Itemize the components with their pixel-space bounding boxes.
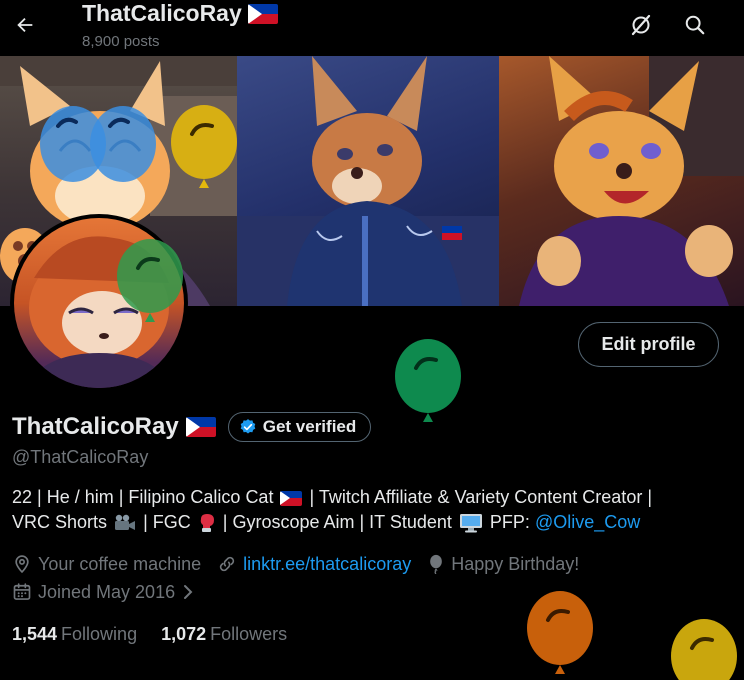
banner-panel-3 bbox=[499, 56, 744, 306]
calendar-icon bbox=[13, 583, 31, 600]
back-button[interactable] bbox=[8, 8, 42, 42]
birthday-balloon-blue bbox=[40, 106, 156, 182]
grok-button[interactable] bbox=[624, 8, 658, 42]
joined-item[interactable]: Joined May 2016 bbox=[12, 582, 195, 603]
following-label: Following bbox=[61, 623, 138, 644]
link-icon bbox=[220, 556, 235, 572]
search-icon bbox=[685, 15, 705, 35]
bio-text: | Twitch Affiliate & Variety Content Cre… bbox=[309, 487, 652, 507]
arrow-left-icon bbox=[17, 17, 33, 33]
bio-text: | Gyroscope Aim | IT Student bbox=[222, 512, 452, 532]
post-count: 8,900 posts bbox=[82, 33, 160, 50]
banner-art-2 bbox=[237, 56, 499, 306]
followers-count: 1,072 bbox=[161, 623, 207, 644]
verified-badge-icon bbox=[240, 419, 255, 434]
chevron-right-icon bbox=[184, 585, 193, 599]
birthday-balloon-gold bbox=[671, 619, 737, 680]
bio-line-2: VRC Shorts | FGC | Gyroscope Aim | IT St… bbox=[12, 510, 728, 535]
followers-stat[interactable]: 1,072 Followers bbox=[161, 624, 287, 645]
birthday-balloon-green-2 bbox=[395, 339, 461, 422]
followers-label: Followers bbox=[210, 623, 288, 644]
birthday-item: Happy Birthday! bbox=[427, 554, 579, 575]
location-text: Your coffee machine bbox=[38, 553, 202, 574]
banner-art-3 bbox=[519, 56, 744, 306]
follow-stats: 1,544 Following 1,072 Followers bbox=[12, 621, 311, 647]
balloon-icon bbox=[430, 554, 443, 574]
edit-profile-button[interactable]: Edit profile bbox=[578, 322, 719, 367]
birthday-balloon-green-1 bbox=[117, 239, 183, 322]
birthday-text: Happy Birthday! bbox=[451, 553, 580, 574]
philippines-flag-icon bbox=[247, 3, 278, 24]
philippines-flag-icon bbox=[185, 417, 216, 437]
bio-text: VRC Shorts bbox=[12, 512, 108, 532]
bio-text: 22 | He / him | Filipino Calico Cat bbox=[12, 487, 274, 507]
bio-line-1: 22 | He / him | Filipino Calico Cat | Tw… bbox=[12, 485, 728, 510]
display-name: ThatCalicoRay bbox=[12, 413, 179, 440]
following-stat[interactable]: 1,544 Following bbox=[12, 624, 137, 645]
search-button[interactable] bbox=[678, 8, 712, 42]
banner-panel-2 bbox=[237, 56, 499, 306]
location-pin-icon bbox=[15, 555, 29, 574]
birthday-balloon-orange bbox=[527, 591, 593, 674]
boxing-glove-icon bbox=[200, 514, 214, 533]
profile-bio: 22 | He / him | Filipino Calico Cat | Tw… bbox=[12, 485, 728, 535]
philippines-flag-icon bbox=[280, 490, 303, 506]
profile-meta-row: Joined May 2016 bbox=[12, 579, 211, 605]
get-verified-label: Get verified bbox=[262, 417, 357, 436]
header-title-text: ThatCalicoRay bbox=[82, 0, 242, 26]
website-item: linktr.ee/thatcalicoray bbox=[217, 554, 411, 575]
location-item: Your coffee machine bbox=[12, 554, 201, 575]
computer-icon bbox=[459, 514, 482, 533]
profile-handle: @ThatCalicoRay bbox=[12, 447, 149, 467]
profile-meta-row: Your coffee machine linktr.ee/thatcalico… bbox=[12, 551, 595, 577]
birthday-balloon-yellow bbox=[171, 105, 237, 188]
bio-text: PFP: bbox=[489, 512, 530, 532]
bio-text: | FGC bbox=[143, 512, 191, 532]
following-count: 1,544 bbox=[12, 623, 58, 644]
joined-text: Joined May 2016 bbox=[38, 581, 176, 602]
movie-camera-icon bbox=[115, 515, 136, 531]
website-link[interactable]: linktr.ee/thatcalicoray bbox=[243, 554, 411, 575]
display-name-row: ThatCalicoRay Get verified bbox=[12, 409, 372, 445]
header-title: ThatCalicoRay bbox=[82, 0, 278, 27]
pfp-artist-mention-link[interactable]: @Olive_Cow bbox=[535, 512, 640, 532]
grok-icon bbox=[631, 14, 651, 36]
profile-header-bar: ThatCalicoRay 8,900 posts bbox=[0, 0, 744, 56]
get-verified-button[interactable]: Get verified bbox=[227, 412, 372, 442]
